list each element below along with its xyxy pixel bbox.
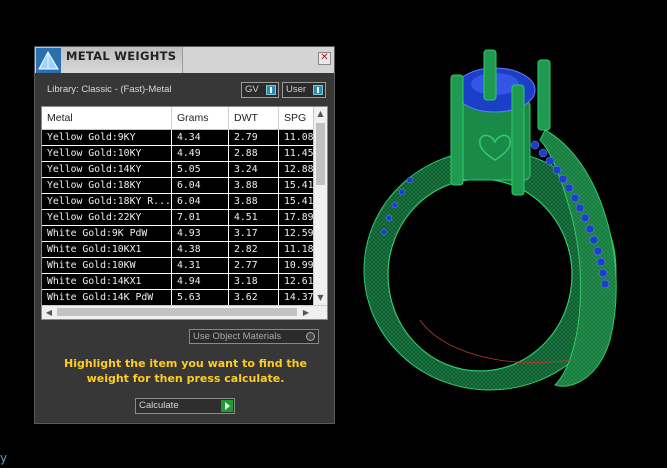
toggle-switch-icon [313, 85, 323, 95]
cell-dwt: 2.82 [229, 242, 279, 257]
vertical-scroll-thumb[interactable] [316, 123, 325, 185]
cell-metal: Yellow Gold:10KY [42, 146, 172, 161]
cell-metal: White Gold:10KX1 [42, 242, 172, 257]
cell-dwt: 2.88 [229, 146, 279, 161]
table-row[interactable]: White Gold:9K PdW 4.93 3.17 12.59 [42, 226, 319, 242]
cell-grams: 7.01 [172, 210, 229, 225]
horizontal-scrollbar[interactable]: ◀ ▶ [42, 305, 327, 319]
cell-grams: 4.49 [172, 146, 229, 161]
table-row[interactable]: White Gold:10KX1 4.38 2.82 11.18 [42, 242, 319, 258]
ring-model[interactable] [340, 40, 640, 400]
metal-weights-dialog: METAL WEIGHTS ✕ Library: Classic - (Fast… [34, 46, 335, 424]
dialog-titlebar[interactable]: METAL WEIGHTS ✕ [35, 47, 334, 73]
table-row[interactable]: Yellow Gold:14KY 5.05 3.24 12.88 [42, 162, 319, 178]
cell-dwt: 2.79 [229, 130, 279, 145]
instruction-text: Highlight the item you want to find the … [64, 357, 307, 385]
dialog-title: METAL WEIGHTS [66, 49, 177, 63]
cell-metal: White Gold:10KW [42, 258, 172, 273]
user-toggle[interactable]: User [282, 82, 326, 98]
pyramid-icon [36, 48, 61, 73]
radio-icon[interactable] [306, 332, 315, 341]
calculate-label: Calculate [139, 400, 179, 411]
cell-grams: 4.94 [172, 274, 229, 289]
user-toggle-label: User [286, 84, 307, 95]
scroll-left-icon[interactable]: ◀ [42, 306, 56, 319]
corner-glyph: y [0, 451, 8, 465]
cell-metal: White Gold:14K PdW [42, 290, 172, 305]
cell-grams: 6.04 [172, 178, 229, 193]
table-row[interactable]: Yellow Gold:10KY 4.49 2.88 11.45 [42, 146, 319, 162]
cell-grams: 5.05 [172, 162, 229, 177]
cell-grams: 4.38 [172, 242, 229, 257]
cell-metal: Yellow Gold:18KY R... [42, 194, 172, 209]
cell-dwt: 2.77 [229, 258, 279, 273]
use-object-materials-option[interactable]: Use Object Materials [189, 329, 319, 344]
scroll-up-icon[interactable]: ▲ [314, 107, 327, 121]
close-icon: ✕ [320, 52, 329, 63]
cell-grams: 4.34 [172, 130, 229, 145]
cell-dwt: 3.62 [229, 290, 279, 305]
cell-metal: Yellow Gold:9KY [42, 130, 172, 145]
table-header: Metal Grams DWT SPG [42, 107, 319, 130]
cell-grams: 4.31 [172, 258, 229, 273]
play-icon [221, 400, 233, 412]
horizontal-scroll-thumb[interactable] [57, 308, 297, 316]
cell-metal: White Gold:14KX1 [42, 274, 172, 289]
column-header-metal[interactable]: Metal [42, 107, 172, 129]
close-button[interactable]: ✕ [318, 52, 331, 65]
cell-dwt: 4.51 [229, 210, 279, 225]
gv-toggle[interactable]: GV [241, 82, 279, 98]
table-row[interactable]: Yellow Gold:22KY 7.01 4.51 17.89 [42, 210, 319, 226]
library-label: Library: Classic - (Fast)-Metal [47, 84, 172, 95]
gv-toggle-label: GV [245, 84, 259, 95]
scroll-right-icon[interactable]: ▶ [299, 306, 313, 319]
cell-metal: Yellow Gold:22KY [42, 210, 172, 225]
cell-dwt: 3.24 [229, 162, 279, 177]
cell-metal: White Gold:9K PdW [42, 226, 172, 241]
cell-grams: 5.63 [172, 290, 229, 305]
table-row[interactable]: Yellow Gold:18KY 6.04 3.88 15.41 [42, 178, 319, 194]
table-row[interactable]: Yellow Gold:9KY 4.34 2.79 11.08 [42, 130, 319, 146]
cell-grams: 6.04 [172, 194, 229, 209]
vertical-scrollbar[interactable]: ▲ ▼ [313, 107, 327, 305]
table-row[interactable]: Yellow Gold:18KY R... 6.04 3.88 15.41 [42, 194, 319, 210]
cell-dwt: 3.18 [229, 274, 279, 289]
metal-weights-table[interactable]: Metal Grams DWT SPG Yellow Gold:9KY 4.34 2… [41, 106, 328, 320]
cell-metal: Yellow Gold:14KY [42, 162, 172, 177]
toggle-switch-icon [266, 85, 276, 95]
cell-grams: 4.93 [172, 226, 229, 241]
column-header-dwt[interactable]: DWT [229, 107, 279, 129]
table-row[interactable]: White Gold:14K PdW 5.63 3.62 14.37 [42, 290, 319, 306]
dialog-title-tab: METAL WEIGHTS [35, 47, 183, 73]
cell-dwt: 3.17 [229, 226, 279, 241]
table-row[interactable]: White Gold:14KX1 4.94 3.18 12.61 [42, 274, 319, 290]
cell-dwt: 3.88 [229, 194, 279, 209]
column-header-grams[interactable]: Grams [172, 107, 229, 129]
table-row[interactable]: White Gold:10KW 4.31 2.77 10.99 [42, 258, 319, 274]
calculate-button[interactable]: Calculate [135, 398, 235, 414]
cell-dwt: 3.88 [229, 178, 279, 193]
scroll-down-icon[interactable]: ▼ [314, 291, 327, 305]
use-object-materials-label: Use Object Materials [193, 331, 282, 342]
cell-metal: Yellow Gold:18KY [42, 178, 172, 193]
